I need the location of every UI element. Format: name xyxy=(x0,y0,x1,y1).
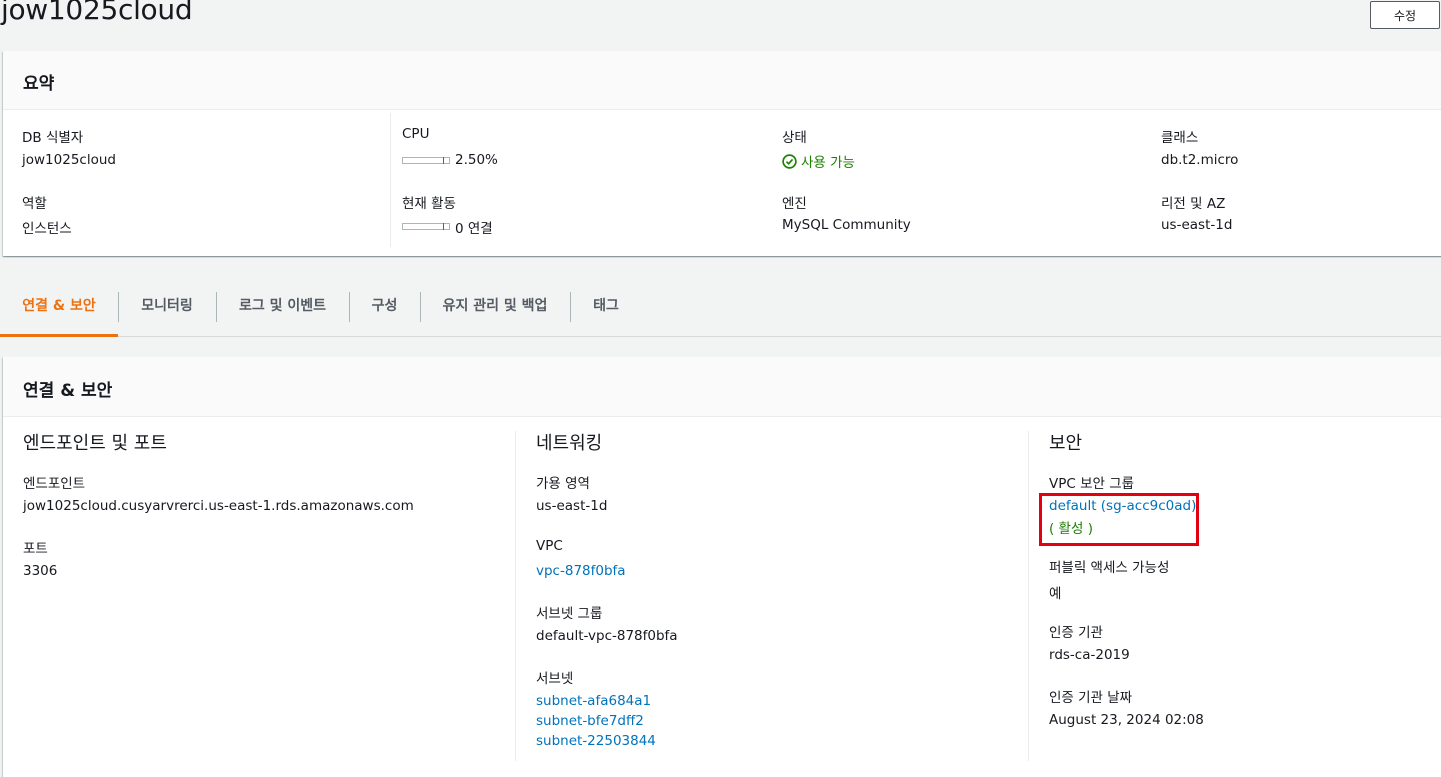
tab-label: 유지 관리 및 백업 xyxy=(442,298,548,314)
page-title: jow1025cloud xyxy=(1,0,193,26)
summary-title: 요약 xyxy=(23,74,55,94)
role-label: 역할 xyxy=(22,196,47,212)
tab-label: 구성 xyxy=(371,298,398,314)
security-section-title: 보안 xyxy=(1049,433,1083,454)
summary-divider-1 xyxy=(390,113,391,247)
tab-label: 연결 & 보안 xyxy=(22,298,96,314)
subnet-link[interactable]: subnet-bfe7dff2 xyxy=(536,713,644,729)
class-value: db.t2.micro xyxy=(1161,152,1239,168)
status-label: 상태 xyxy=(782,130,807,146)
tab-label: 모니터링 xyxy=(141,298,193,314)
db-id-label: DB 식별자 xyxy=(22,130,84,146)
subnet-link[interactable]: subnet-22503844 xyxy=(536,733,656,749)
subnets-label: 서브넷 xyxy=(536,671,574,687)
activity-value: 0 연결 xyxy=(455,221,493,237)
summary-panel: 요약 DB 식별자 jow1025cloud 역할 인스턴스 CPU 2.50%… xyxy=(3,51,1441,256)
connectivity-title: 연결 & 보안 xyxy=(23,381,113,401)
activity-label: 현재 활동 xyxy=(402,196,456,212)
cpu-value: 2.50% xyxy=(455,152,498,168)
tab-label: 로그 및 이벤트 xyxy=(238,298,327,314)
connectivity-panel: 연결 & 보안 엔드포인트 및 포트 엔드포인트 jow1025cloud.cu… xyxy=(3,357,1441,777)
region-label: 리전 및 AZ xyxy=(1161,196,1226,212)
endpoint-value: jow1025cloud.cusyarvrerci.us-east-1.rds.… xyxy=(23,498,414,514)
public-access-value: 예 xyxy=(1049,586,1062,602)
endpoint-label: 엔드포인트 xyxy=(23,476,86,492)
tab-tags[interactable]: 태그 xyxy=(570,278,642,336)
tab-maintenance-backups[interactable]: 유지 관리 및 백업 xyxy=(420,278,570,336)
connectivity-divider-1 xyxy=(515,431,516,761)
engine-value: MySQL Community xyxy=(782,217,911,233)
ca-label: 인증 기관 xyxy=(1049,625,1103,641)
public-access-label: 퍼블릭 액세스 가능성 xyxy=(1049,560,1170,576)
activity-marker xyxy=(443,223,444,230)
subnet-group-value: default-vpc-878f0bfa xyxy=(536,628,678,644)
tab-monitoring[interactable]: 모니터링 xyxy=(118,278,216,336)
tab-configuration[interactable]: 구성 xyxy=(349,278,420,336)
summary-header: 요약 xyxy=(3,51,1441,110)
engine-label: 엔진 xyxy=(782,196,807,212)
tab-label: 태그 xyxy=(593,298,619,314)
vpc-sg-label: VPC 보안 그룹 xyxy=(1049,476,1135,492)
highlight-box xyxy=(1039,493,1199,546)
vpc-link[interactable]: vpc-878f0bfa xyxy=(536,563,626,579)
detail-tabs: 연결 & 보안 모니터링 로그 및 이벤트 구성 유지 관리 및 백업 태그 xyxy=(0,278,1441,337)
class-label: 클래스 xyxy=(1161,130,1199,146)
ca-date-value: August 23, 2024 02:08 xyxy=(1049,712,1204,728)
vpc-label: VPC xyxy=(536,538,563,554)
active-tab-indicator xyxy=(0,334,118,337)
check-circle-icon xyxy=(782,154,797,169)
connectivity-header: 연결 & 보안 xyxy=(3,357,1441,417)
tab-logs-events[interactable]: 로그 및 이벤트 xyxy=(216,278,349,336)
subnet-link[interactable]: subnet-afa684a1 xyxy=(536,693,651,709)
db-id-value: jow1025cloud xyxy=(22,152,116,168)
ca-date-label: 인증 기관 날짜 xyxy=(1049,690,1133,706)
edit-button[interactable]: 수정 xyxy=(1370,1,1440,29)
region-value: us-east-1d xyxy=(1161,217,1233,233)
port-label: 포트 xyxy=(23,541,48,557)
status-value-row: 사용 가능 xyxy=(782,151,855,171)
tab-connectivity-security[interactable]: 연결 & 보안 xyxy=(0,278,118,337)
status-value: 사용 가능 xyxy=(801,155,855,171)
cpu-usage-fill xyxy=(443,157,444,164)
ca-value: rds-ca-2019 xyxy=(1049,647,1130,663)
networking-section-title: 네트워킹 xyxy=(536,433,603,454)
role-value: 인스턴스 xyxy=(22,221,72,237)
activity-bar xyxy=(402,223,450,230)
endpoint-section-title: 엔드포인트 및 포트 xyxy=(23,433,167,454)
az-value: us-east-1d xyxy=(536,498,608,514)
subnet-group-label: 서브넷 그룹 xyxy=(536,606,603,622)
cpu-label: CPU xyxy=(402,126,430,142)
port-value: 3306 xyxy=(23,563,58,579)
connectivity-divider-2 xyxy=(1028,431,1029,761)
az-label: 가용 영역 xyxy=(536,476,590,492)
cpu-usage-bar xyxy=(402,157,450,164)
